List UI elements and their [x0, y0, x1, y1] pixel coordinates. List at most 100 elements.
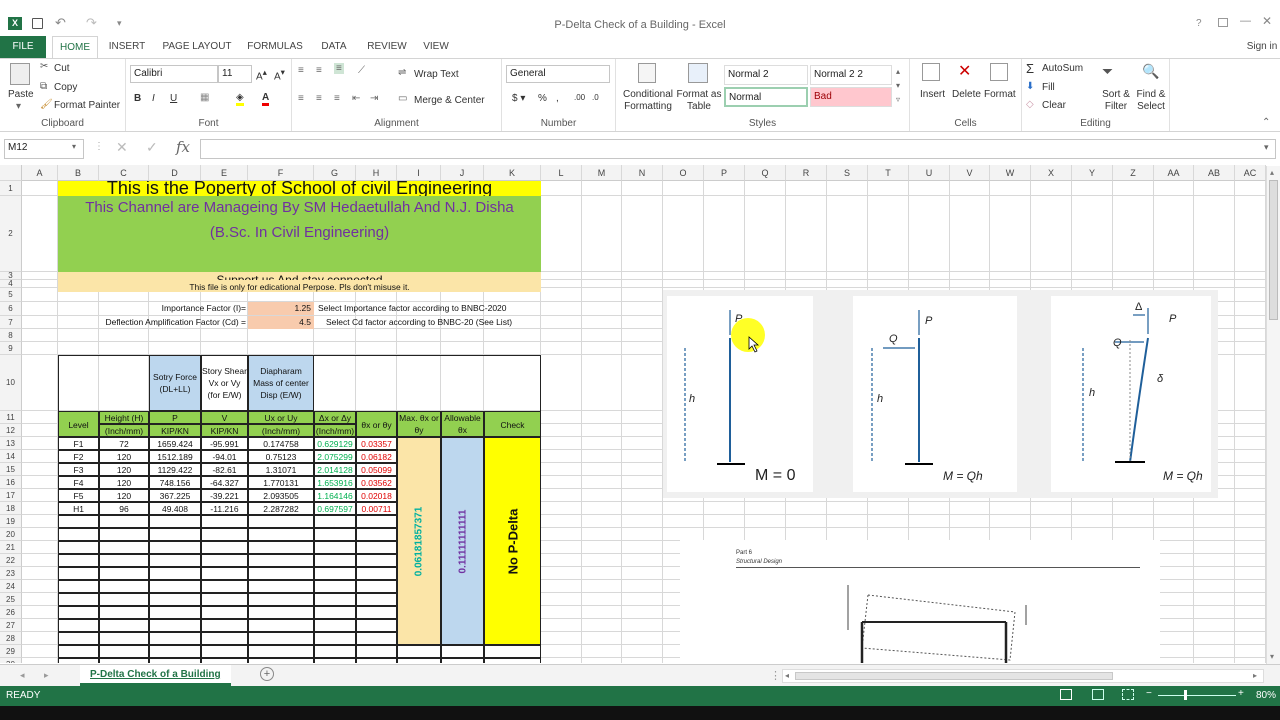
table-cell[interactable]: -82.61: [201, 463, 248, 476]
table-cell[interactable]: 0.629129: [314, 437, 356, 450]
table-cell[interactable]: 0.02018: [356, 489, 397, 502]
table-cell[interactable]: 1.164146: [314, 489, 356, 502]
empty-cell[interactable]: [314, 567, 356, 580]
empty-cell[interactable]: [99, 632, 149, 645]
hscroll-thumb[interactable]: [795, 672, 1113, 680]
empty-cell[interactable]: [149, 606, 201, 619]
conditional-formatting-icon[interactable]: [638, 63, 656, 83]
empty-cell[interactable]: [201, 593, 248, 606]
empty-cell[interactable]: [201, 658, 248, 663]
row-header[interactable]: 2: [0, 196, 22, 272]
table-cell[interactable]: 1.770131: [248, 476, 314, 489]
conditional-formatting-button[interactable]: Conditional Formatting: [620, 89, 676, 113]
empty-cell[interactable]: [58, 645, 99, 658]
code-page-figure-image[interactable]: Part 6 Structural Design: [680, 540, 1160, 663]
hscroll-right-icon[interactable]: ▸: [1253, 671, 1257, 680]
cancel-entry-icon[interactable]: ✕: [116, 139, 128, 156]
column-header[interactable]: V: [950, 165, 990, 181]
comma-icon[interactable]: ,: [556, 93, 559, 104]
row-header[interactable]: 15: [0, 463, 22, 476]
empty-cell[interactable]: [201, 567, 248, 580]
empty-cell[interactable]: [314, 515, 356, 528]
next-sheet-icon[interactable]: ▸: [44, 670, 49, 681]
table-cell[interactable]: 0.03562: [356, 476, 397, 489]
decrease-indent-icon[interactable]: ⇤: [352, 93, 360, 104]
column-header[interactable]: Q: [745, 165, 786, 181]
empty-cell[interactable]: [58, 541, 99, 554]
table-cell[interactable]: 49.408: [149, 502, 201, 515]
column-header[interactable]: I: [397, 165, 441, 181]
collapse-ribbon-icon[interactable]: ⌃: [1262, 117, 1270, 128]
empty-cell[interactable]: [356, 528, 397, 541]
empty-cell[interactable]: [99, 580, 149, 593]
table-cell[interactable]: 0.174758: [248, 437, 314, 450]
row-header[interactable]: 9: [0, 342, 22, 355]
tab-view[interactable]: VIEW: [418, 36, 454, 58]
column-header[interactable]: L: [541, 165, 582, 181]
empty-cell[interactable]: [201, 580, 248, 593]
tab-formulas[interactable]: FORMULAS: [244, 36, 306, 58]
empty-cell[interactable]: [248, 645, 314, 658]
sort-filter-button[interactable]: Sort & Filter: [1098, 89, 1134, 113]
vscroll-up-icon[interactable]: ▴: [1270, 168, 1274, 177]
clear-button[interactable]: Clear: [1042, 100, 1066, 111]
empty-cell[interactable]: [58, 580, 99, 593]
format-painter-icon[interactable]: 🖌: [40, 99, 53, 110]
empty-cell[interactable]: [397, 658, 441, 663]
empty-cell[interactable]: [201, 528, 248, 541]
empty-cell[interactable]: [248, 593, 314, 606]
page-break-view-icon[interactable]: [1122, 689, 1134, 700]
table-cell[interactable]: 2.093505: [248, 489, 314, 502]
table-cell[interactable]: -64.327: [201, 476, 248, 489]
empty-cell[interactable]: [99, 658, 149, 663]
empty-cell[interactable]: [356, 554, 397, 567]
row-header[interactable]: 11: [0, 411, 22, 424]
column-header[interactable]: AB: [1194, 165, 1235, 181]
empty-cell[interactable]: [314, 632, 356, 645]
table-cell[interactable]: 1.31071: [248, 463, 314, 476]
empty-cell[interactable]: [99, 515, 149, 528]
merge-center-icon[interactable]: ▭: [398, 93, 407, 104]
table-cell[interactable]: F4: [58, 476, 99, 489]
empty-cell[interactable]: [149, 619, 201, 632]
row-header[interactable]: 22: [0, 554, 22, 567]
table-cell[interactable]: 1659.424: [149, 437, 201, 450]
table-cell[interactable]: 0.75123: [248, 450, 314, 463]
column-header[interactable]: T: [868, 165, 909, 181]
zoom-slider-thumb[interactable]: [1184, 690, 1187, 700]
empty-cell[interactable]: [149, 541, 201, 554]
row-header[interactable]: 13: [0, 437, 22, 450]
empty-cell[interactable]: [356, 619, 397, 632]
autosum-icon[interactable]: Σ: [1026, 61, 1034, 76]
format-as-table-icon[interactable]: [688, 63, 708, 83]
empty-cell[interactable]: [201, 541, 248, 554]
empty-cell[interactable]: [356, 606, 397, 619]
row-header[interactable]: 19: [0, 515, 22, 528]
row-header[interactable]: 6: [0, 302, 22, 316]
table-cell[interactable]: 2.075299: [314, 450, 356, 463]
column-header[interactable]: E: [201, 165, 248, 181]
empty-cell[interactable]: [248, 658, 314, 663]
paste-dropdown-icon[interactable]: ▾: [16, 101, 21, 112]
merge-center-button[interactable]: Merge & Center: [414, 95, 485, 106]
empty-cell[interactable]: [397, 645, 441, 658]
formula-bar-menu-icon[interactable]: ⋮: [94, 141, 104, 152]
empty-cell[interactable]: [99, 541, 149, 554]
table-cell[interactable]: H1: [58, 502, 99, 515]
table-cell[interactable]: 0.05099: [356, 463, 397, 476]
empty-cell[interactable]: [356, 515, 397, 528]
row-header[interactable]: 14: [0, 450, 22, 463]
insert-cells-icon[interactable]: [922, 63, 940, 81]
empty-cell[interactable]: [149, 554, 201, 567]
table-cell[interactable]: 0.03357: [356, 437, 397, 450]
empty-cell[interactable]: [356, 658, 397, 663]
empty-cell[interactable]: [58, 606, 99, 619]
empty-cell[interactable]: [99, 593, 149, 606]
spreadsheet-grid[interactable]: A B C D E F G H I J K L M N O P Q R S T U V W X Y Z AA AB AC 1 2 3 4 5 6 7 8…: [0, 165, 1270, 663]
delete-cells-icon[interactable]: ✕: [958, 61, 971, 81]
empty-cell[interactable]: [58, 658, 99, 663]
empty-cell[interactable]: [149, 658, 201, 663]
empty-cell[interactable]: [201, 554, 248, 567]
column-header[interactable]: D: [149, 165, 201, 181]
row-header[interactable]: 10: [0, 355, 22, 411]
